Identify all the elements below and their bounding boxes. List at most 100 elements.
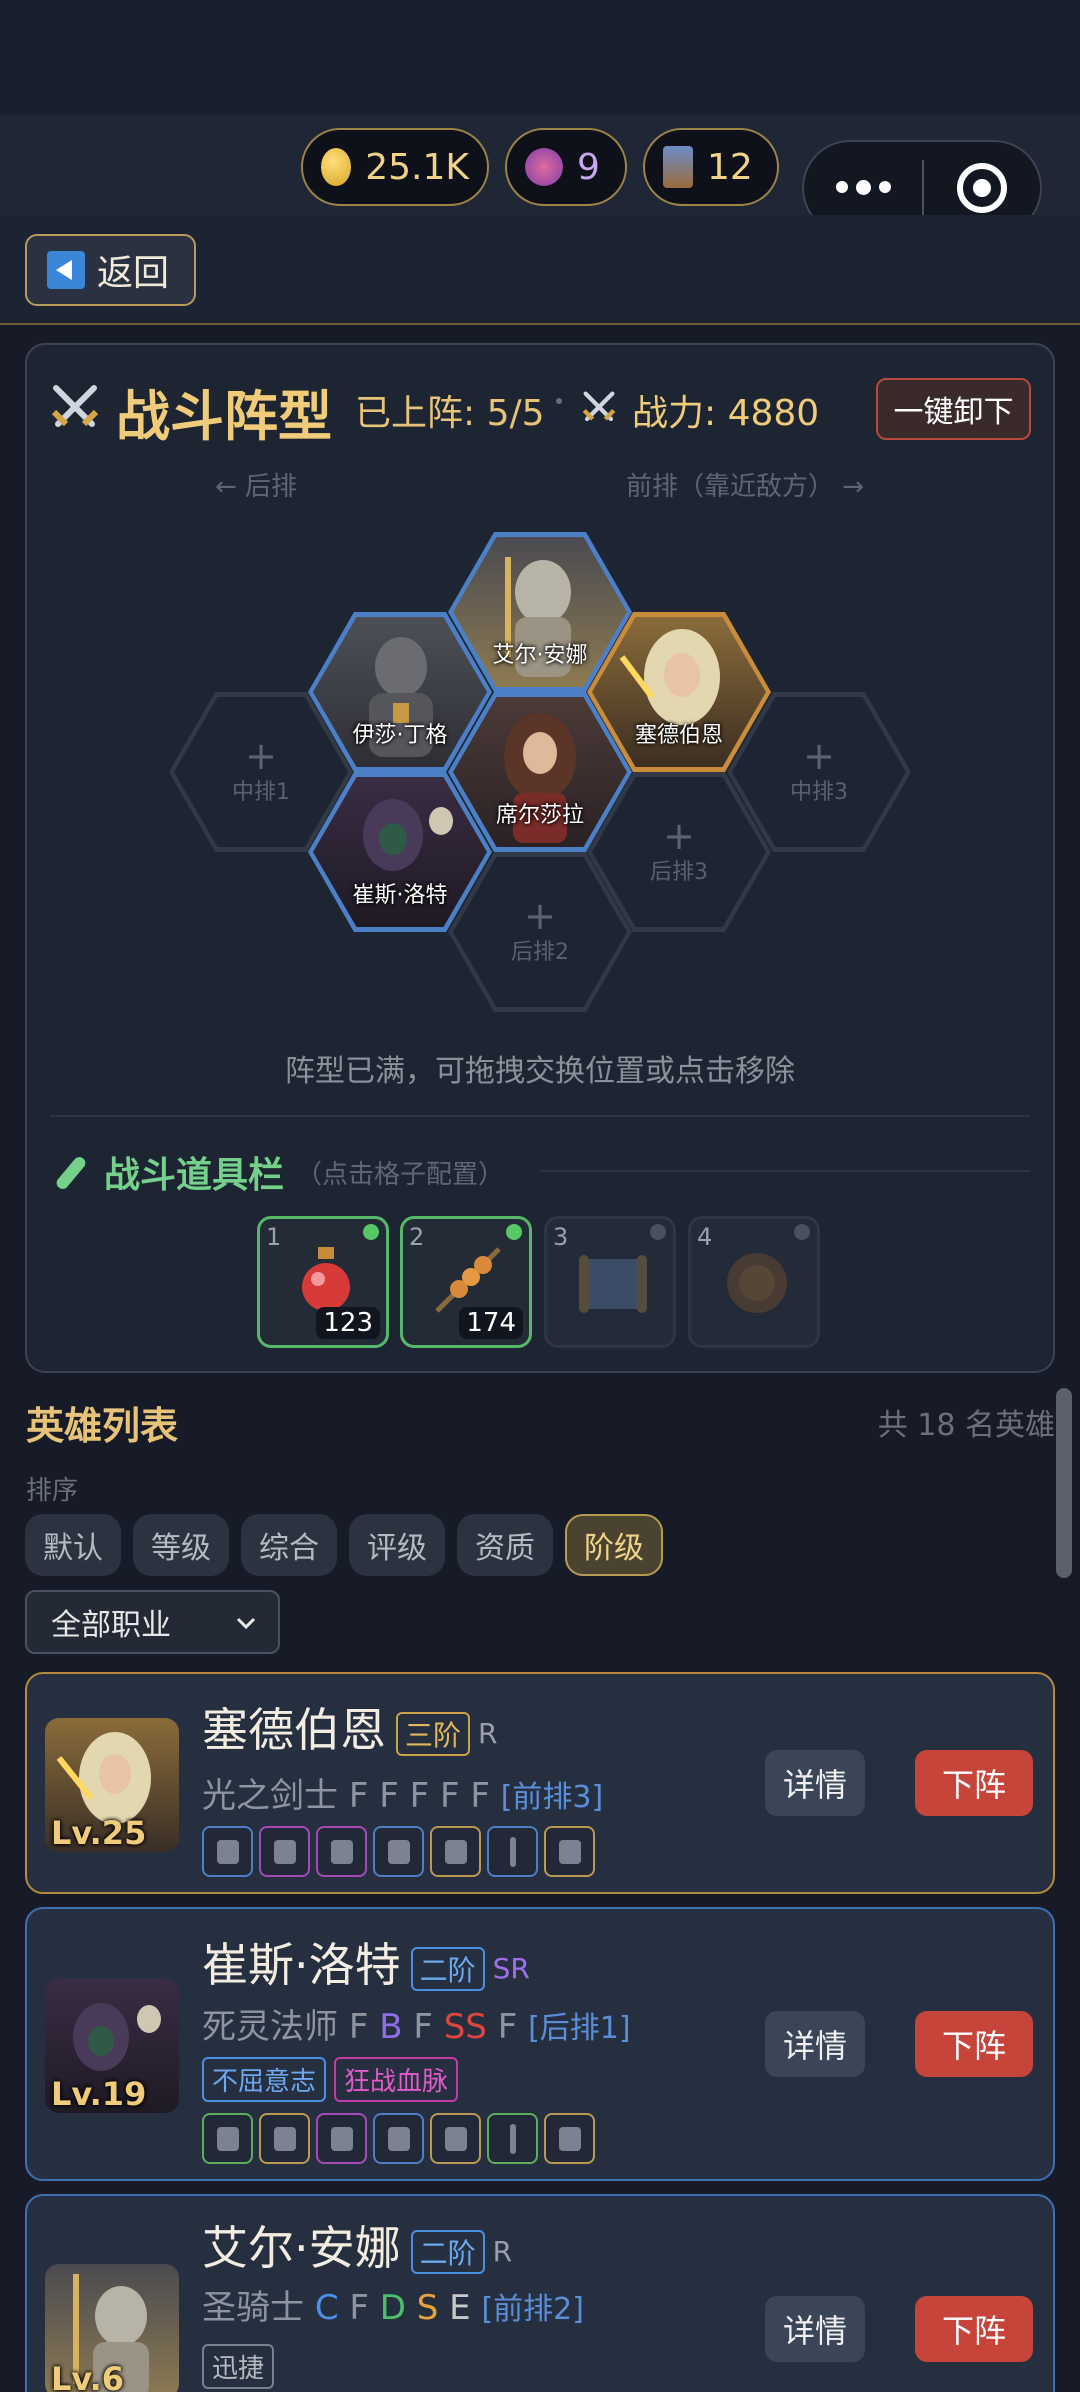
class-filter-select[interactable]: 全部职业 [25,1590,280,1654]
shoulder-icon[interactable] [316,2113,367,2164]
item-slot-2[interactable]: 2 174 [400,1216,532,1348]
deployed-count: 已上阵: 5/5 [355,393,545,434]
hero-class: 死灵法师 [202,2007,338,2047]
slot-label: 中排1 [232,780,290,805]
slot-status-dot [506,1224,522,1240]
scroll-icon [579,1255,647,1313]
hero-class: 光之剑士 [202,1776,338,1816]
shield-icon[interactable] [544,1826,595,1877]
card-icon [663,146,693,188]
formation-hint: 阵型已满，可拖拽交换位置或点击移除 [285,1054,795,1089]
item-slot-3[interactable]: 3 [544,1216,676,1348]
back-row-label: ← 后排 [215,472,298,502]
items-subtitle: （点击格子配置） [296,1160,505,1190]
front-row-label: 前排（靠近敌方） → [626,472,865,502]
detail-button[interactable]: 详情 [765,2296,865,2362]
red-potion-icon [302,1247,350,1311]
sort-aptitude[interactable]: 资质 [457,1514,553,1576]
more-icon[interactable] [804,180,922,195]
slot-label: 后排3 [650,860,708,885]
sort-rating[interactable]: 评级 [349,1514,445,1576]
close-target-icon[interactable] [924,163,1040,213]
hero-class-row: 死灵法师 F B F SS F [后排1] [202,1999,631,2048]
helmet-icon[interactable] [202,1826,253,1877]
scrollbar[interactable] [1056,1388,1072,1578]
formation-title: 战斗阵型 [116,385,332,448]
hero-level: Lv.19 [51,2075,147,2113]
gem-counter[interactable]: 9 [505,128,627,206]
hero-card-cuisi-luote[interactable]: Lv.19 崔斯·洛特 二阶 SR 死灵法师 F B F SS F [后排1] 不屈… [25,1907,1055,2181]
tier-badge: 二阶 [410,1946,485,1991]
detail-button[interactable]: 详情 [765,1750,865,1816]
armor-icon[interactable] [259,2113,310,2164]
grade-2: F [349,2288,369,2328]
item-count: 174 [459,1307,523,1339]
grade-3: D [379,2288,406,2328]
grade-3: F [409,1776,430,1816]
item-slot-1[interactable]: 1 123 [257,1216,389,1348]
remove-button[interactable]: 下阵 [915,2296,1033,2362]
potion-tube-icon [56,1157,86,1189]
sort-default[interactable]: 默认 [25,1514,121,1576]
back-arrow-icon [47,251,85,289]
gem-value: 9 [577,146,600,188]
hero-total: 共 18 名英雄 [877,1408,1055,1443]
slot-number: 3 [553,1223,569,1251]
glove-icon[interactable] [373,1826,424,1877]
boots-icon[interactable] [430,2113,481,2164]
grade-4: S [416,2288,439,2328]
slot-number: 4 [697,1223,713,1251]
sort-overall[interactable]: 综合 [241,1514,337,1576]
grade-5: F [497,2007,518,2047]
equipment-row [202,2113,595,2164]
sword-icon[interactable] [487,1826,538,1877]
hero-card-sedbern[interactable]: Lv.25 塞德伯恩 三阶 R 光之剑士 F F F F F [前排3] 详情 下阵 [25,1672,1055,1894]
avatar: Lv.25 [45,1718,179,1852]
sword-icon[interactable] [487,2113,538,2164]
rarity-label: SR [492,1952,530,1985]
crossed-swords-icon [51,385,99,427]
grade-2: B [379,2007,403,2047]
gold-counter[interactable]: 25.1K [301,128,489,206]
hero-card-aer-anna[interactable]: Lv.6 艾尔·安娜 二阶 R 圣骑士 C F D S E [前排2] 迅捷 详情 … [25,2194,1055,2392]
shield-emblem-icon [727,1253,787,1313]
helmet-icon[interactable] [202,2113,253,2164]
sort-label: 排序 [26,1476,79,1506]
grade-5: F [470,1776,490,1816]
equipment-row [202,1826,595,1877]
detail-button[interactable]: 详情 [765,2011,865,2077]
hero-name-row: 塞德伯恩 三阶 R [202,1694,497,1760]
crown-gem-icon [525,148,563,186]
items-title: 战斗道具栏 [104,1155,285,1196]
back-button[interactable]: 返回 [25,234,196,306]
shield-icon[interactable] [544,2113,595,2164]
boots-icon[interactable] [430,1826,481,1877]
position-label: [前排2] [481,2292,584,2327]
back-label: 返回 [97,253,170,294]
hero-class-row: 光之剑士 F F F F F [前排3] [202,1768,603,1817]
divider [50,1115,1030,1117]
hero-name-row: 崔斯·洛特 二阶 SR [202,1929,530,1995]
rarity-label: R [492,2235,513,2268]
remove-button[interactable]: 下阵 [915,1750,1033,1816]
herolist-title: 英雄列表 [26,1404,179,1448]
hero-class: 圣骑士 [202,2288,304,2328]
armor-icon[interactable] [259,1826,310,1877]
slot-number: 2 [409,1223,425,1251]
trait-badge: 迅捷 [202,2344,275,2389]
position-label: [后排1] [528,2011,631,2046]
remove-button[interactable]: 下阵 [915,2011,1033,2077]
unload-all-button[interactable]: 一键卸下 [876,378,1031,440]
card-counter[interactable]: 12 [643,128,779,206]
grade-3: F [413,2007,433,2047]
shoulder-icon[interactable] [316,1826,367,1877]
card-value: 12 [707,146,753,188]
sort-tier[interactable]: 阶级 [565,1514,663,1576]
avatar: Lv.6 [45,2264,179,2392]
sort-level[interactable]: 等级 [133,1514,229,1576]
glove-icon[interactable] [373,2113,424,2164]
tier-badge: 三阶 [396,1711,471,1756]
item-slot-4[interactable]: 4 [688,1216,820,1348]
status-bar [0,0,1080,115]
slot-number: 1 [266,1223,282,1251]
